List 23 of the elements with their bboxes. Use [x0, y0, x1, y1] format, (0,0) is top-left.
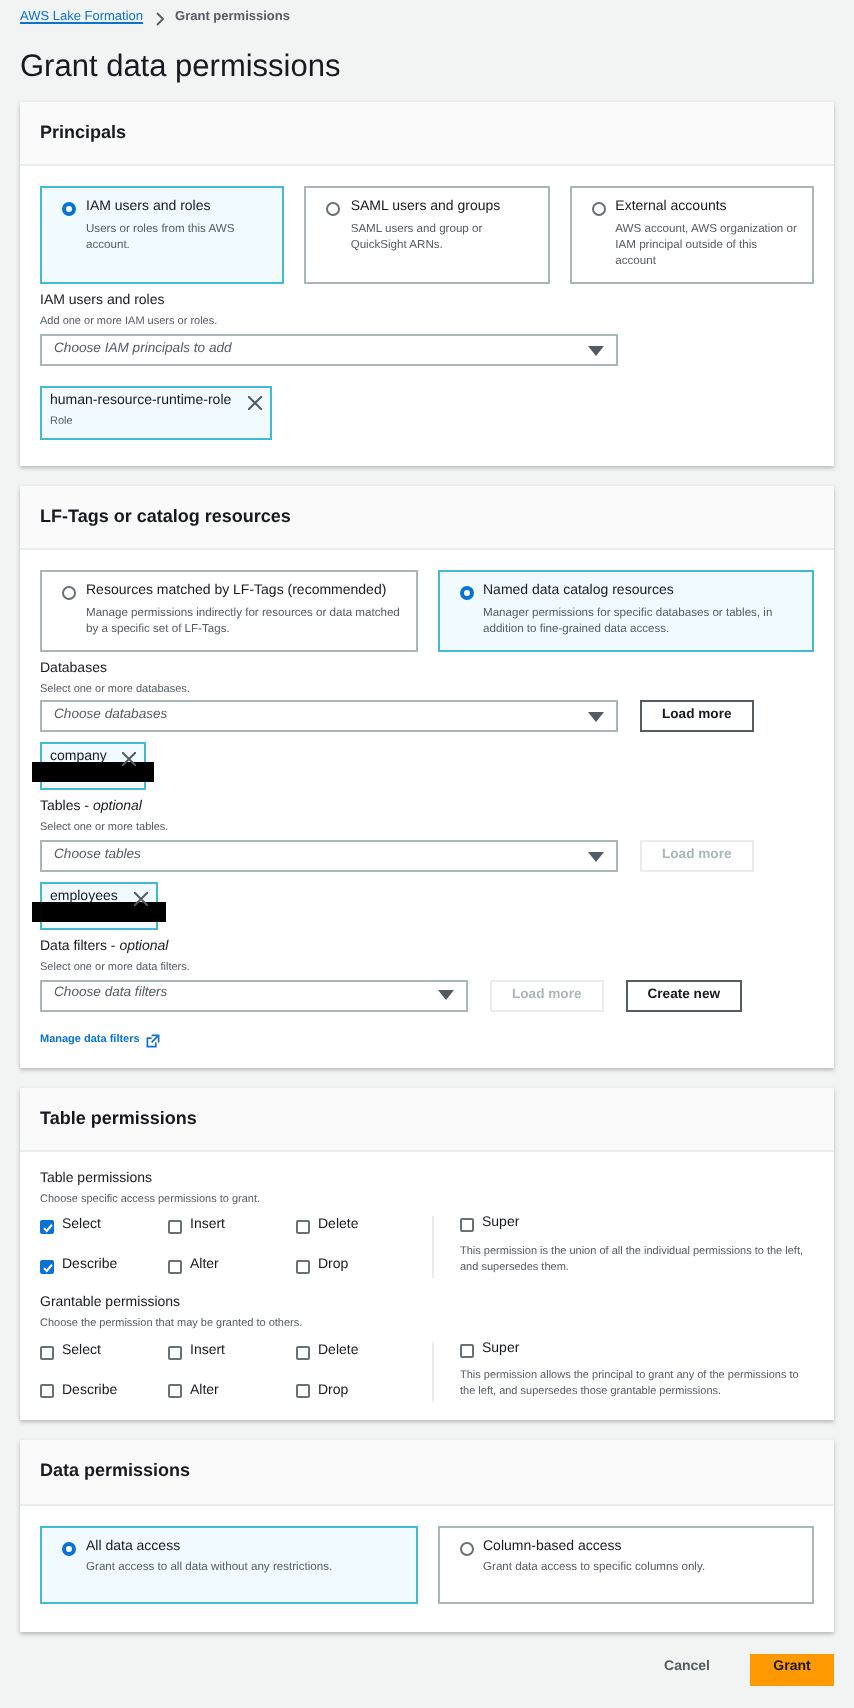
radio-button[interactable]	[459, 1541, 473, 1556]
radio-button[interactable]	[62, 1541, 76, 1556]
section-heading: Table permissions	[20, 1087, 834, 1152]
section-heading: Principals	[20, 102, 834, 167]
caret-icon	[588, 711, 604, 722]
caret-icon	[588, 345, 604, 355]
radio-button[interactable]	[62, 202, 76, 217]
radio-button[interactable]	[591, 202, 606, 217]
caret-icon	[588, 851, 604, 862]
close-icon	[133, 892, 148, 907]
radio-button[interactable]	[326, 202, 341, 217]
caret-icon	[438, 990, 454, 1001]
page-title: Grant data permissions	[20, 50, 343, 85]
chevron-icon	[153, 11, 166, 25]
close-icon	[122, 752, 137, 767]
check-icon	[42, 1222, 54, 1235]
external-link-icon	[145, 1033, 160, 1048]
section-heading: LF-Tags or catalog resources	[20, 485, 834, 550]
radio-button[interactable]	[459, 585, 473, 600]
radio-button[interactable]	[62, 585, 76, 600]
section-heading: Data permissions	[20, 1440, 834, 1506]
close-icon	[247, 396, 262, 410]
check-icon	[42, 1262, 54, 1275]
